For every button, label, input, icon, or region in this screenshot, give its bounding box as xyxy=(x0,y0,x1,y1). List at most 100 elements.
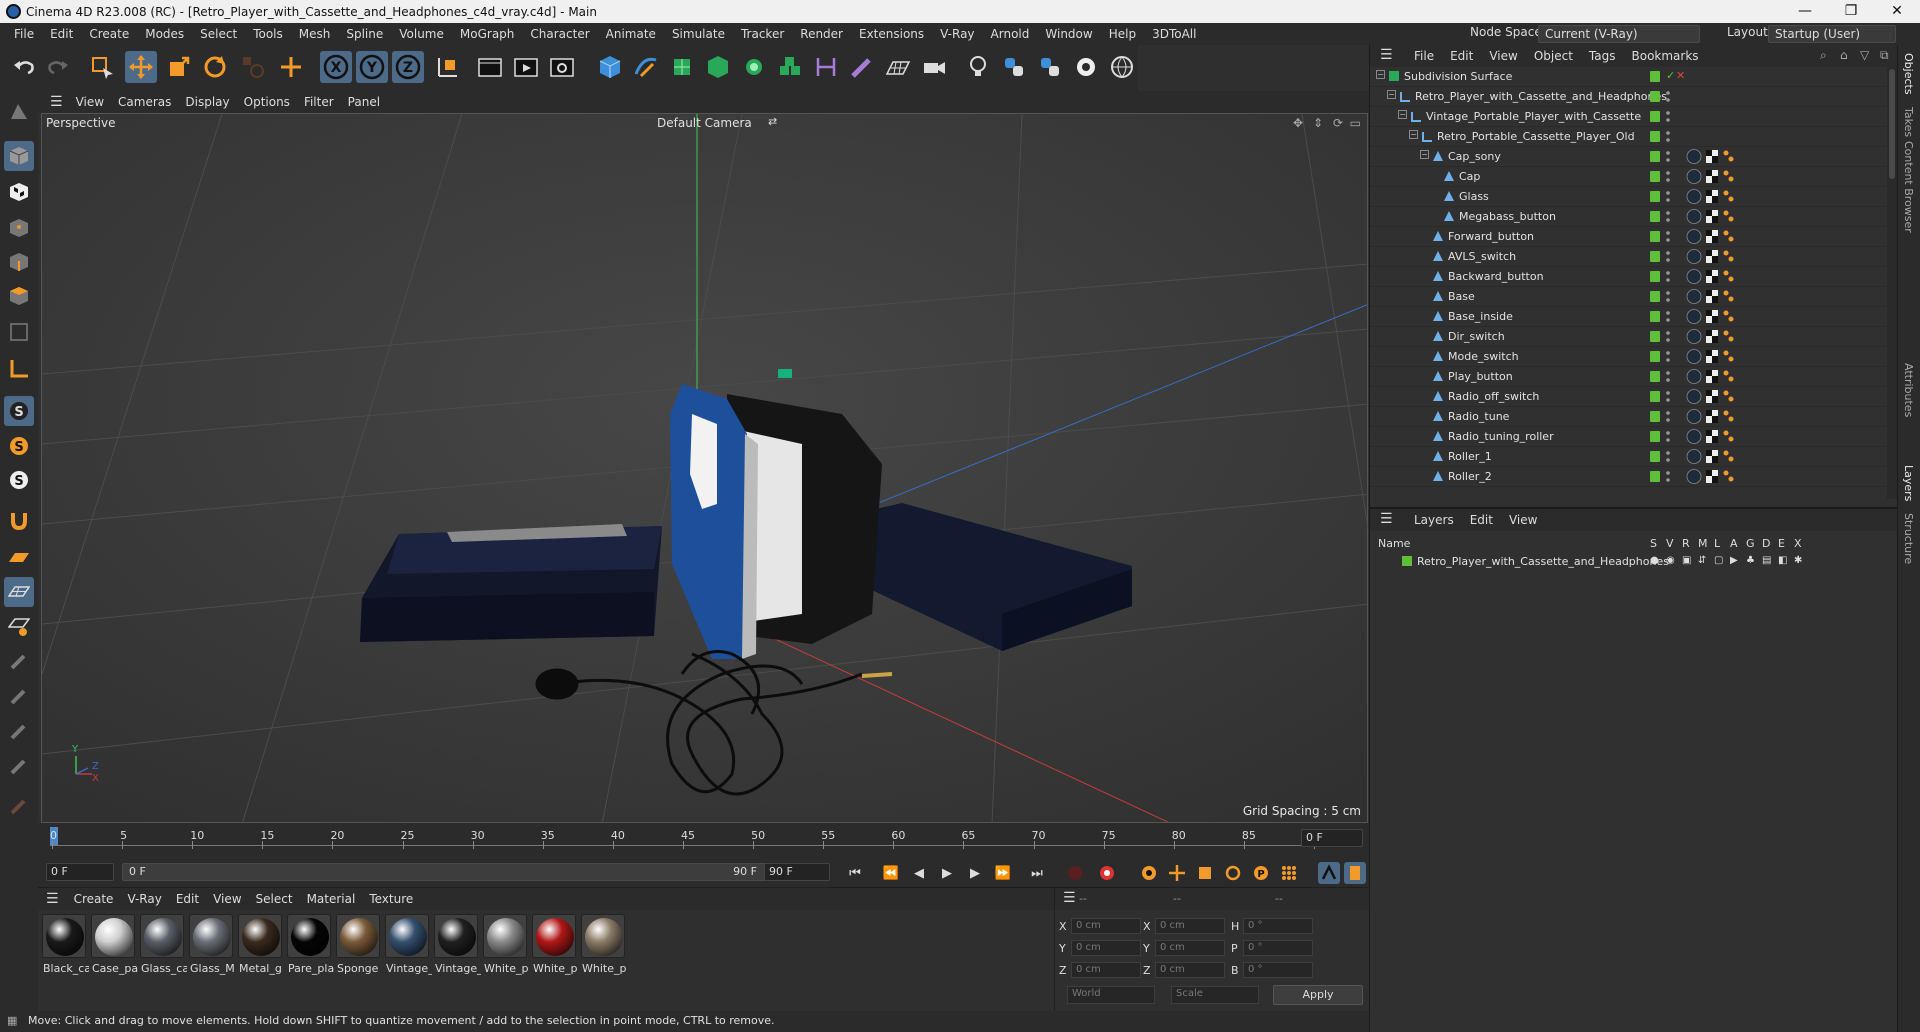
object-row[interactable]: − Subdivision Surface ✓ ✕ xyxy=(1370,67,1886,87)
visibility-toggle-icon[interactable] xyxy=(1666,350,1670,364)
material-menu-v-ray[interactable]: V-Ray xyxy=(120,892,168,906)
recent-tools-icon[interactable] xyxy=(237,51,269,83)
material-menu-texture[interactable]: Texture xyxy=(362,892,420,906)
layer-color-swatch[interactable] xyxy=(1650,411,1660,422)
coord-value-field[interactable]: 0 cm xyxy=(1155,918,1225,934)
visibility-toggle-icon[interactable] xyxy=(1666,190,1670,204)
live-selection-icon[interactable] xyxy=(86,51,118,83)
tree-expander-icon[interactable]: − xyxy=(1409,130,1418,139)
menu-select[interactable]: Select xyxy=(192,27,245,41)
menu-character[interactable]: Character xyxy=(522,27,597,41)
object-scrollbar-thumb[interactable] xyxy=(1889,69,1895,179)
side-tab-takes[interactable]: Takes xyxy=(1902,107,1915,137)
layer-color-swatch[interactable] xyxy=(1650,431,1660,442)
material-swatch[interactable] xyxy=(483,914,527,958)
material-tags[interactable] xyxy=(1686,308,1746,325)
layout-dropdown[interactable]: Startup (User) xyxy=(1768,25,1896,43)
scale-dropdown[interactable]: Scale xyxy=(1171,986,1259,1004)
visibility-toggle-icon[interactable] xyxy=(1666,450,1670,464)
viewport-camera-label[interactable]: Default Camera xyxy=(657,116,752,130)
key-rotation-icon[interactable] xyxy=(1222,862,1244,884)
material-menu-material[interactable]: Material xyxy=(300,892,363,906)
viewport-scene[interactable] xyxy=(42,114,1368,823)
object-row[interactable]: Roller_1 xyxy=(1370,447,1886,467)
maximize-button[interactable]: ❐ xyxy=(1828,0,1874,23)
layer-row[interactable]: Retro_Player_with_Cassette_and_Headphone… xyxy=(1370,553,1886,571)
layer-color-swatch[interactable] xyxy=(1650,191,1660,202)
side-tab-layers[interactable]: Layers xyxy=(1902,465,1915,501)
visibility-toggle-icon[interactable] xyxy=(1666,330,1670,344)
camera-icon[interactable] xyxy=(918,51,950,83)
object-row[interactable]: Backward_button xyxy=(1370,267,1886,287)
cube-primitive-icon[interactable] xyxy=(594,51,626,83)
side-tab-content-browser[interactable]: Content Browser xyxy=(1902,141,1915,233)
viewport-menu-view[interactable]: View xyxy=(69,95,111,109)
layer-column-d[interactable]: D xyxy=(1762,537,1770,550)
redo-icon[interactable] xyxy=(42,51,74,83)
material-menu-edit[interactable]: Edit xyxy=(169,892,206,906)
layer-column-e[interactable]: E xyxy=(1778,537,1785,550)
object-row[interactable]: Mode_switch xyxy=(1370,347,1886,367)
visibility-toggle-icon[interactable] xyxy=(1666,210,1670,224)
object-row[interactable]: Roller_2 xyxy=(1370,467,1886,487)
layer-column-v[interactable]: V xyxy=(1666,537,1674,550)
layer-color-swatch[interactable] xyxy=(1650,471,1660,482)
layer-color-swatch[interactable] xyxy=(1650,251,1660,262)
move-tool-icon[interactable] xyxy=(125,51,157,83)
camera-switch-icon[interactable]: ⇄ xyxy=(768,115,777,128)
visibility-toggle-icon[interactable] xyxy=(1666,410,1670,424)
layer-manager-icon[interactable]: ⇵ xyxy=(1698,555,1706,566)
visibility-toggle-icon[interactable] xyxy=(1666,370,1670,384)
viewport-menu-icon[interactable]: ☰ xyxy=(44,94,69,110)
record-off-icon[interactable] xyxy=(1064,862,1086,884)
object-row[interactable]: Forward_button xyxy=(1370,227,1886,247)
visibility-toggle-icon[interactable] xyxy=(1666,250,1670,264)
scale-tool-icon[interactable] xyxy=(163,51,195,83)
coord-value-field[interactable]: 0 cm xyxy=(1155,940,1225,956)
vray-globe-icon[interactable] xyxy=(1106,51,1138,83)
material-swatch[interactable] xyxy=(532,914,576,958)
material-menu-icon[interactable]: ☰ xyxy=(38,891,67,907)
layer-menu-view[interactable]: View xyxy=(1501,513,1545,527)
layer-view-icon[interactable]: ◉ xyxy=(1666,555,1675,566)
maximize-view-icon[interactable]: ▭ xyxy=(1350,116,1361,130)
material-swatch[interactable] xyxy=(140,914,184,958)
object-menu-icon[interactable]: ☰ xyxy=(1380,47,1393,63)
play-icon[interactable]: ▶ xyxy=(936,862,958,884)
layer-menu-icon[interactable]: ☰ xyxy=(1380,511,1393,527)
layer-color-swatch[interactable] xyxy=(1650,311,1660,322)
layer-color-swatch[interactable] xyxy=(1402,556,1412,566)
subdivision-surface-icon[interactable] xyxy=(666,51,698,83)
sculpt-tool-icon[interactable] xyxy=(4,716,34,746)
object-menu-tags[interactable]: Tags xyxy=(1581,49,1624,63)
current-frame-field[interactable]: 0 F xyxy=(1301,829,1363,847)
viewport-menu-options[interactable]: Options xyxy=(237,95,297,109)
coord-value-field[interactable]: 0 cm xyxy=(1071,940,1141,956)
material-tags[interactable] xyxy=(1686,468,1746,485)
material-tags[interactable] xyxy=(1686,328,1746,345)
pan-view-icon[interactable]: ✥ xyxy=(1293,116,1303,130)
cassette-case-model[interactable] xyxy=(360,524,662,642)
layer-column-s[interactable]: S xyxy=(1650,537,1657,550)
side-tab-objects[interactable]: Objects xyxy=(1902,53,1915,95)
autokey-icon[interactable] xyxy=(1096,862,1118,884)
minimize-button[interactable]: — xyxy=(1782,0,1828,23)
apply-button[interactable]: Apply xyxy=(1273,985,1363,1005)
viewport-menu-display[interactable]: Display xyxy=(178,95,236,109)
layer-color-swatch[interactable] xyxy=(1650,211,1660,222)
search-icon[interactable]: ⌕ xyxy=(1820,48,1827,63)
object-menu-bookmarks[interactable]: Bookmarks xyxy=(1624,49,1707,63)
menu-v-ray[interactable]: V-Ray xyxy=(932,27,982,41)
visibility-toggle-icon[interactable] xyxy=(1666,310,1670,324)
material-menu-view[interactable]: View xyxy=(206,892,248,906)
object-row[interactable]: − Cap_sony xyxy=(1370,147,1886,167)
object-row[interactable]: Megabass_button xyxy=(1370,207,1886,227)
object-row[interactable]: Dir_switch xyxy=(1370,327,1886,347)
start-frame-field[interactable]: 0 F xyxy=(46,863,114,881)
locked-workplane-icon[interactable] xyxy=(4,611,34,641)
y-axis-lock-icon[interactable]: Y xyxy=(356,51,388,83)
visibility-toggle-icon[interactable] xyxy=(1666,270,1670,284)
coord-value-field[interactable]: 0 cm xyxy=(1071,962,1141,978)
visibility-toggle-icon[interactable] xyxy=(1666,150,1670,164)
layer-lock-icon[interactable]: ▢ xyxy=(1714,555,1723,566)
